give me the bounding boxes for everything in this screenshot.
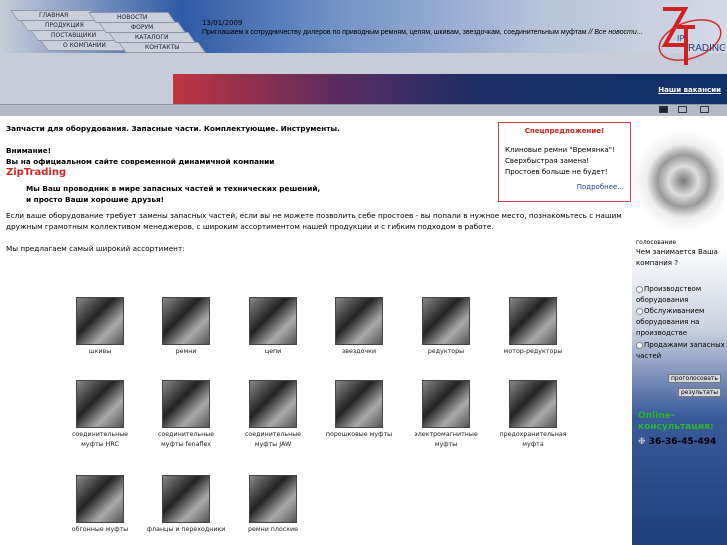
phone-number: ❉ 36-36-45-494 xyxy=(638,437,716,447)
product-label: порошковые муфты xyxy=(325,431,393,438)
product-item[interactable]: шкивы xyxy=(60,297,140,357)
nav-label: ГЛАВНАЯ xyxy=(39,12,69,19)
vote-button[interactable]: проголосовать xyxy=(668,374,721,383)
brand-name: ZipTrading xyxy=(6,167,67,178)
product-image[interactable] xyxy=(162,380,210,428)
toolbar-strip xyxy=(0,104,727,116)
nav-label: ПРОДУКЦИЯ xyxy=(44,22,84,29)
product-item[interactable]: электромагнитные муфты xyxy=(406,380,486,450)
intro-paragraph: Если ваше оборудование требует замены за… xyxy=(6,211,622,231)
product-label: обгонные муфты xyxy=(71,526,129,533)
product-label: предохранительная муфта xyxy=(499,431,567,448)
save-icon[interactable] xyxy=(659,106,668,113)
option-label: Обслуживанием оборудования на производст… xyxy=(636,307,705,337)
product-image[interactable] xyxy=(162,297,210,345)
news-text: Приглашаем к сотрудничеству дилеров по п… xyxy=(202,29,587,36)
nav-contacts[interactable]: КОНТАКТЫ xyxy=(118,42,206,53)
header-lower xyxy=(0,53,727,75)
bearing-image xyxy=(634,126,724,236)
promo-title: Спецпредложение! xyxy=(524,127,605,135)
news-ticker: Приглашаем к сотрудничеству дилеров по п… xyxy=(202,29,657,36)
product-image[interactable] xyxy=(509,380,557,428)
nav-label: КАТАЛОГИ xyxy=(135,34,169,41)
product-image[interactable] xyxy=(335,297,383,345)
product-item[interactable]: соединительные муфты JAW xyxy=(233,380,313,450)
nav-label: НОВОСТИ xyxy=(116,14,148,21)
product-item[interactable]: мотор-редукторы xyxy=(493,297,573,357)
product-image[interactable] xyxy=(76,380,124,428)
product-label: мотор-редукторы xyxy=(503,348,563,355)
radio-button[interactable] xyxy=(636,341,643,349)
product-image[interactable] xyxy=(335,380,383,428)
product-image[interactable] xyxy=(422,380,470,428)
product-image[interactable] xyxy=(249,475,297,523)
online-consultation-link[interactable]: Online-консультация: xyxy=(638,411,718,433)
header-gradient-bar xyxy=(173,74,727,104)
phone-text: 36-36-45-494 xyxy=(648,437,717,447)
product-item[interactable]: ремни xyxy=(146,297,226,357)
ziptrading-logo[interactable]: IP RADING xyxy=(655,5,725,67)
option-label: Производством оборудования xyxy=(636,285,702,304)
nav-label: ПОСТАВЩИКИ xyxy=(51,32,97,39)
product-item[interactable]: обгонные муфты xyxy=(60,475,140,535)
product-image[interactable] xyxy=(76,297,124,345)
product-label: шкивы xyxy=(88,348,112,355)
product-image[interactable] xyxy=(162,475,210,523)
product-label: ремни xyxy=(175,348,197,355)
poll-option[interactable]: Обслуживанием оборудования на производст… xyxy=(636,306,726,339)
nav-label: О КОМПАНИИ xyxy=(62,42,106,49)
mail-icon[interactable] xyxy=(700,106,709,113)
product-item[interactable]: предохранительная муфта xyxy=(493,380,573,450)
product-label: звездочки xyxy=(341,348,377,355)
product-label: соединительные муфты JAW xyxy=(244,431,302,448)
nav-label: ФОРУМ xyxy=(130,24,154,31)
product-image[interactable] xyxy=(249,297,297,345)
product-item[interactable]: порошковые муфты xyxy=(319,380,399,440)
vacancies-link[interactable]: Наши вакансии xyxy=(658,86,721,94)
product-item[interactable]: цепи xyxy=(233,297,313,357)
product-item[interactable]: редукторы xyxy=(406,297,486,357)
folder-icon[interactable] xyxy=(678,106,687,113)
product-image[interactable] xyxy=(509,297,557,345)
promo-more-link[interactable]: Подробнее... xyxy=(505,182,624,193)
poll-option[interactable]: Производством оборудования xyxy=(636,284,726,306)
special-offer-box: Спецпредложение! Клиновые ремни "Времянк… xyxy=(498,122,631,202)
all-news-link[interactable]: // Все новости... xyxy=(589,29,643,36)
radio-button[interactable] xyxy=(636,307,643,315)
product-image[interactable] xyxy=(249,380,297,428)
product-label: редукторы xyxy=(427,348,465,355)
product-item[interactable]: соединительные муфты HRC xyxy=(60,380,140,450)
product-image[interactable] xyxy=(422,297,470,345)
results-button[interactable]: результаты xyxy=(678,388,722,397)
poll-option[interactable]: Продажами запасных частей xyxy=(636,340,726,362)
radio-button[interactable] xyxy=(636,285,643,293)
product-label: фланцы и переходники xyxy=(146,526,226,533)
promo-line: Сверхбыстрая замена! xyxy=(505,157,590,165)
poll-question: Чем занимается Ваша компания ? xyxy=(636,248,718,267)
product-item[interactable]: фланцы и переходники xyxy=(146,475,226,535)
product-item[interactable]: соединительные муфты fenaflex xyxy=(146,380,226,450)
news-date: 13/01/2009 xyxy=(202,19,243,27)
product-label: соединительные муфты fenaflex xyxy=(157,431,215,448)
promo-line: Клиновые ремни "Времянка"! xyxy=(505,146,615,154)
product-label: электромагнитные муфты xyxy=(414,431,478,448)
product-label: ремни плоские xyxy=(247,526,299,533)
product-image[interactable] xyxy=(76,475,124,523)
option-label: Продажами запасных частей xyxy=(636,341,725,360)
product-item[interactable]: ремни плоские xyxy=(233,475,313,535)
product-item[interactable]: звездочки xyxy=(319,297,399,357)
nav-label: КОНТАКТЫ xyxy=(144,44,180,51)
flower-icon: ❉ xyxy=(638,437,646,447)
svg-text:IP: IP xyxy=(677,34,685,43)
product-label: соединительные муфты HRC xyxy=(71,431,129,448)
promo-line: Простоев больше не будет! xyxy=(505,168,608,176)
svg-text:RADING: RADING xyxy=(688,43,725,54)
offer-text: Мы предлагаем самый широкий ассортимент: xyxy=(6,244,185,253)
product-label: цепи xyxy=(264,348,282,355)
